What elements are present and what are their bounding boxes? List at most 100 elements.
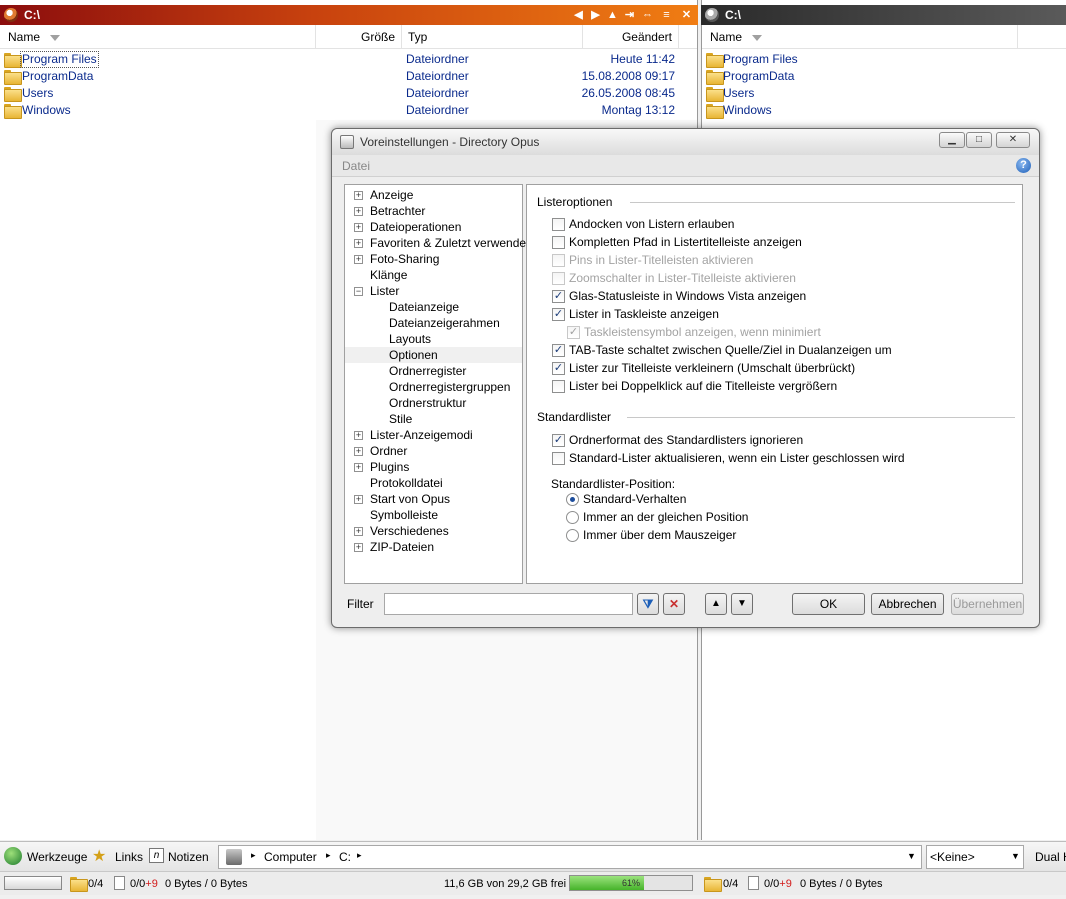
tree-item[interactable]: + Lister-Anzeigemodi <box>345 427 522 443</box>
breadcrumb[interactable]: ▸ Computer ▸ C: ▸ ▼ <box>218 845 922 869</box>
expand-icon[interactable]: + <box>354 543 363 552</box>
tree-item[interactable]: Dateianzeige <box>345 299 522 315</box>
checkbox-icon[interactable]: ✓ <box>552 434 565 447</box>
tree-item[interactable]: Ordnerregister <box>345 363 522 379</box>
dual-button[interactable]: Dual H <box>1035 848 1066 866</box>
breadcrumb-item-drive[interactable]: C: <box>339 850 351 864</box>
expand-icon[interactable]: + <box>354 431 363 440</box>
tree-item[interactable]: + Favoriten & Zuletzt verwendet <box>345 235 529 251</box>
expand-icon[interactable]: + <box>354 207 363 216</box>
tree-item[interactable]: Symbolleiste <box>345 507 522 523</box>
move-up-button[interactable]: ▲ <box>705 593 727 615</box>
back-arrow-icon[interactable]: ◀ <box>572 8 585 22</box>
column-name[interactable]: Name <box>0 25 316 49</box>
checkbox-icon[interactable]: ✓ <box>552 290 565 303</box>
checkbox-icon[interactable] <box>552 254 565 267</box>
tree-item[interactable]: + Dateioperationen <box>345 219 522 235</box>
up-arrow-icon[interactable]: ▲ <box>606 8 619 22</box>
expand-icon[interactable]: + <box>354 223 363 232</box>
menu-icon[interactable]: ≡ <box>660 8 673 22</box>
category-tree[interactable]: + Anzeige + Betrachter + Dateioperationen + Fav… <box>344 184 529 584</box>
tree-item[interactable]: Stile <box>345 411 522 427</box>
expand-icon[interactable]: + <box>354 463 363 472</box>
left-lister-titlebar[interactable]: C:\ ◀ ▶ ▲ ⇥ ⇔ ≡ ✕ <box>0 5 698 25</box>
menu-file[interactable]: Datei <box>342 159 370 173</box>
expand-icon[interactable]: + <box>354 191 363 200</box>
table-row[interactable]: Windows Dateiordner Montag 13:12 <box>0 102 697 119</box>
radio-icon[interactable] <box>566 493 579 506</box>
tree-item[interactable]: + Start von Opus <box>345 491 522 507</box>
swap-icon[interactable]: ⇔ <box>641 8 654 22</box>
tree-item[interactable]: Ordnerstruktur <box>345 395 522 411</box>
checkbox-icon[interactable] <box>552 380 565 393</box>
help-icon[interactable]: ? <box>1016 158 1031 173</box>
apply-button[interactable]: Übernehmen <box>951 593 1024 615</box>
checkbox-icon[interactable]: ✓ <box>552 362 565 375</box>
radio-icon[interactable] <box>566 511 579 524</box>
column-type[interactable]: Typ <box>402 25 583 49</box>
left-path-title: C:\ <box>24 8 40 22</box>
column-modified[interactable]: Geändert <box>583 25 679 49</box>
folder-icon <box>706 53 724 68</box>
format-select[interactable]: <Keine> ▼ <box>926 845 1024 869</box>
radio-icon[interactable] <box>566 529 579 542</box>
tree-item[interactable]: + Ordner <box>345 443 522 459</box>
dialog-close-button[interactable]: ✕ <box>996 132 1030 148</box>
column-size[interactable]: Größe <box>316 25 402 49</box>
checkbox-icon[interactable] <box>552 272 565 285</box>
notes-button[interactable]: Notizen <box>168 848 209 866</box>
checkbox-icon[interactable] <box>552 452 565 465</box>
expand-icon[interactable]: + <box>354 495 363 504</box>
table-row[interactable]: Users Dateiordner 26.05.2008 08:45 <box>0 85 697 102</box>
column-name[interactable]: Name <box>702 25 1018 49</box>
tree-item[interactable]: Dateianzeigerahmen <box>345 315 522 331</box>
expand-icon[interactable]: + <box>354 527 363 536</box>
tree-item[interactable]: + ZIP-Dateien <box>345 539 522 555</box>
checkbox-icon[interactable]: ✓ <box>552 308 565 321</box>
tree-item[interactable]: − Lister <box>345 283 522 299</box>
breadcrumb-item-computer[interactable]: Computer <box>264 850 317 864</box>
nav-end-icon[interactable]: ⇥ <box>623 8 636 22</box>
layout-toggle-icon[interactable] <box>4 876 62 890</box>
tree-item[interactable]: Ordnerregistergruppen <box>345 379 522 395</box>
forward-arrow-icon[interactable]: ▶ <box>589 8 602 22</box>
tree-item[interactable]: Layouts <box>345 331 522 347</box>
checkbox-icon[interactable] <box>552 218 565 231</box>
close-icon[interactable]: ✕ <box>680 8 693 22</box>
table-row[interactable]: Users <box>702 85 1066 102</box>
expand-icon[interactable]: + <box>354 447 363 456</box>
tools-button[interactable]: Werkzeuge <box>27 848 87 866</box>
table-row[interactable]: ProgramData Dateiordner 15.08.2008 09:17 <box>0 68 697 85</box>
move-down-button[interactable]: ▼ <box>731 593 753 615</box>
links-button[interactable]: Links <box>115 848 143 866</box>
table-row[interactable]: ProgramData <box>702 68 1066 85</box>
filter-apply-icon[interactable]: ⧩ <box>637 593 659 615</box>
dialog-titlebar[interactable]: Voreinstellungen - Directory Opus ▁ □ ✕ <box>332 129 1039 155</box>
checkbox-icon[interactable]: ✓ <box>567 326 580 339</box>
minimize-button[interactable]: ▁ <box>939 132 965 148</box>
tree-item[interactable]: + Plugins <box>345 459 522 475</box>
ok-button[interactable]: OK <box>792 593 865 615</box>
tree-item[interactable]: Optionen <box>345 347 522 363</box>
filter-input[interactable] <box>384 593 633 615</box>
chevron-down-icon[interactable]: ▼ <box>907 851 916 861</box>
tree-item[interactable]: + Verschiedenes <box>345 523 522 539</box>
expand-icon[interactable]: + <box>354 239 363 248</box>
tree-item[interactable]: Klänge <box>345 267 522 283</box>
checkbox-icon[interactable] <box>552 236 565 249</box>
cancel-button[interactable]: Abbrechen <box>871 593 944 615</box>
tree-item[interactable]: + Foto-Sharing <box>345 251 522 267</box>
table-row[interactable]: Program Files Dateiordner Heute 11:42 <box>0 51 697 68</box>
right-lister-titlebar[interactable]: C:\ <box>701 5 1066 25</box>
tree-item[interactable]: + Anzeige <box>345 187 522 203</box>
maximize-button[interactable]: □ <box>966 132 992 148</box>
collapse-icon[interactable]: − <box>354 287 363 296</box>
table-row[interactable]: Windows <box>702 102 1066 119</box>
tree-item[interactable]: + Betrachter <box>345 203 522 219</box>
expand-icon[interactable]: + <box>354 255 363 264</box>
checkbox-icon[interactable]: ✓ <box>552 344 565 357</box>
options-panel: Listeroptionen Andocken von Listern erla… <box>526 184 1023 584</box>
table-row[interactable]: Program Files <box>702 51 1066 68</box>
filter-clear-icon[interactable]: ✕ <box>663 593 685 615</box>
tree-item[interactable]: Protokolldatei <box>345 475 522 491</box>
